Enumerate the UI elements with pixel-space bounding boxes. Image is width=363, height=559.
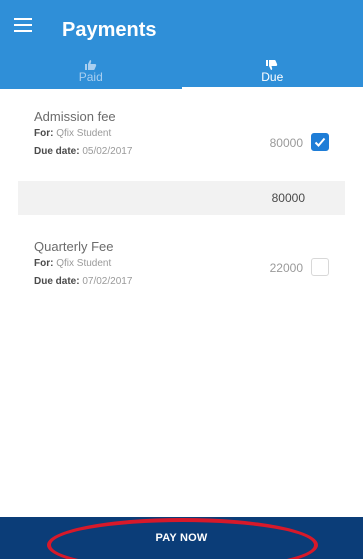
fee-due-line: Due date: 07/02/2017: [34, 276, 132, 287]
payments-screen: Payments Paid Due Admission fee For: Qfi…: [0, 0, 363, 559]
due-fee-list: Admission fee For: Qfix Student Due date…: [18, 89, 345, 331]
app-bar: Payments: [0, 0, 363, 56]
fee-due-line: Due date: 05/02/2017: [34, 146, 132, 157]
thumbs-down-icon: [266, 60, 278, 70]
fee-amount: 80000: [269, 136, 303, 150]
fee-for-label: For:: [34, 128, 54, 139]
page-title: Payments: [62, 19, 157, 41]
fee-for-label: For:: [34, 258, 54, 269]
fee-amount: 22000: [269, 261, 303, 275]
fee-due-label: Due date:: [34, 276, 80, 287]
fee-for-line: For: Qfix Student: [34, 258, 111, 269]
hamburger-menu-icon[interactable]: [14, 18, 32, 32]
fee-item-admission[interactable]: Admission fee For: Qfix Student Due date…: [18, 89, 345, 181]
pay-now-button[interactable]: PAY NOW: [0, 517, 363, 559]
tab-paid[interactable]: Paid: [0, 56, 182, 89]
fee-name: Quarterly Fee: [34, 239, 114, 254]
tab-due[interactable]: Due: [181, 56, 363, 89]
fee-due-value: 05/02/2017: [82, 146, 133, 157]
fee-for-value: Qfix Student: [56, 258, 112, 269]
fee-select-checkbox[interactable]: [311, 258, 329, 276]
fee-due-value: 07/02/2017: [82, 276, 133, 287]
pay-now-label: PAY NOW: [155, 532, 208, 544]
tab-bar: Paid Due: [0, 56, 363, 89]
fee-item-quarterly[interactable]: Quarterly Fee For: Qfix Student Due date…: [18, 239, 345, 331]
subtotal-amount: 80000: [271, 191, 305, 205]
fee-due-label: Due date:: [34, 146, 80, 157]
fee-name: Admission fee: [34, 109, 116, 124]
tab-due-label: Due: [261, 70, 284, 84]
checkmark-icon: [314, 137, 326, 147]
fee-select-checkbox[interactable]: [311, 133, 329, 151]
fee-for-value: Qfix Student: [56, 128, 112, 139]
tab-paid-label: Paid: [78, 70, 103, 84]
subtotal-row: 80000: [18, 181, 345, 215]
thumbs-up-icon: [84, 60, 96, 70]
fee-for-line: For: Qfix Student: [34, 128, 111, 139]
